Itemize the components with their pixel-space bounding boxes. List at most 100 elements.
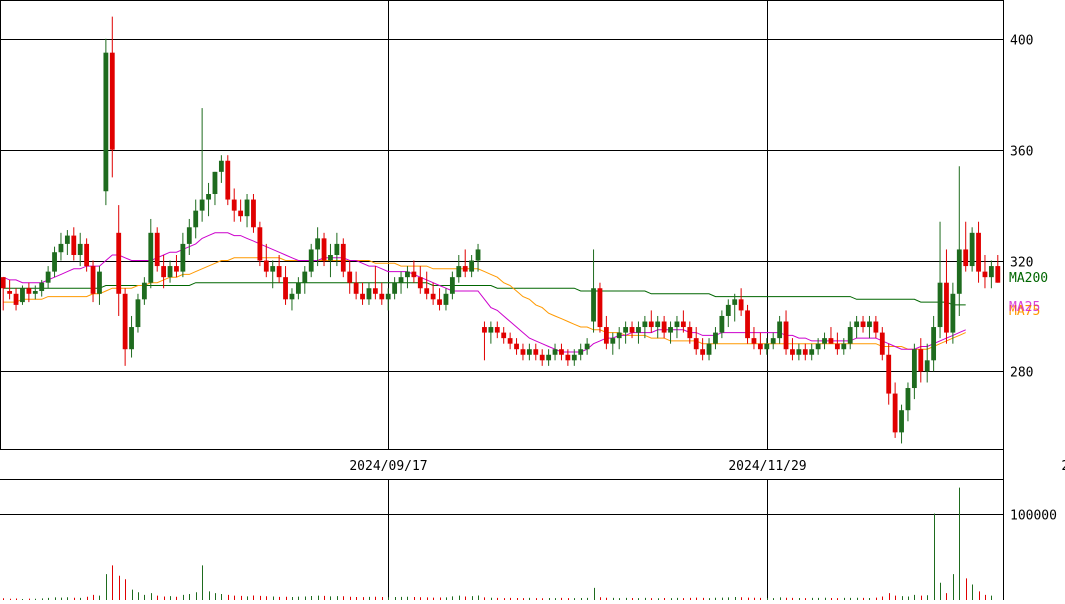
candle-up	[456, 254, 462, 283]
candle-body	[71, 235, 77, 255]
volume-bars	[3, 487, 992, 600]
candle-body	[745, 310, 750, 339]
candle-body	[918, 349, 924, 372]
candle-body	[636, 327, 641, 333]
candle-body	[809, 349, 815, 355]
candle-up	[328, 243, 333, 278]
candle-body	[122, 293, 128, 350]
candle-up	[655, 315, 661, 339]
candle-body	[417, 277, 423, 289]
price-tick-label: 320	[1010, 256, 1033, 271]
candle-up	[937, 221, 943, 339]
candle-body	[206, 194, 211, 200]
candle-body	[84, 243, 90, 267]
candle-body	[559, 349, 564, 355]
candle-body	[328, 254, 333, 261]
candle-up	[103, 38, 109, 206]
candle-body	[988, 266, 994, 278]
candle-up	[58, 232, 64, 261]
candle-body	[456, 266, 462, 278]
candle-body	[13, 293, 19, 305]
candle-body	[905, 388, 911, 411]
volume-grid	[0, 479, 1003, 600]
candle-down	[745, 304, 750, 344]
candle-up	[847, 321, 853, 350]
candle-body	[616, 332, 622, 339]
candle-up	[674, 315, 680, 339]
candle-body	[584, 343, 590, 350]
candle-body	[995, 266, 1001, 283]
candle-up	[443, 288, 449, 311]
candle-down	[520, 343, 526, 361]
candle-body	[437, 299, 442, 305]
candle-down	[886, 343, 892, 405]
candle-down	[507, 332, 513, 350]
candle-down	[154, 227, 160, 272]
candle-down	[539, 349, 545, 366]
candle-body	[886, 354, 892, 394]
candle-down	[757, 332, 763, 355]
candle-up	[64, 230, 70, 255]
candle-body	[976, 232, 981, 272]
candle-up	[899, 404, 904, 444]
candle-down	[13, 288, 19, 311]
stock-chart: 280 320 360 400 2024/09/17 2024/11/29 2025/02…	[0, 0, 1065, 600]
candle-down	[879, 327, 885, 361]
candle-down	[944, 249, 949, 344]
candle-down	[783, 310, 789, 355]
candle-body	[578, 349, 584, 355]
candle-up	[796, 343, 802, 361]
candle-body	[97, 271, 102, 294]
candle-body	[860, 321, 866, 328]
candle-down	[257, 221, 263, 267]
candle-body	[822, 338, 827, 344]
candle-up	[610, 332, 616, 355]
candle-up	[180, 232, 186, 278]
candle-body	[90, 266, 96, 294]
candle-down	[430, 282, 436, 305]
candle-down	[533, 343, 539, 361]
candle-body	[892, 393, 898, 433]
candle-body	[283, 277, 288, 300]
candle-body	[693, 338, 699, 350]
candle-body	[135, 299, 141, 328]
candle-up	[488, 321, 494, 344]
candle-body	[238, 210, 244, 217]
candle-down	[283, 266, 288, 305]
candle-body	[289, 293, 295, 300]
candle-down	[109, 16, 115, 178]
candle-up	[764, 338, 770, 355]
candle-body	[475, 249, 481, 261]
candle-body	[790, 349, 795, 355]
candle-down	[263, 243, 269, 278]
chart-svg: 280 320 360 400 2024/09/17 2024/11/29 2025/02…	[0, 0, 1065, 600]
candle-down	[238, 199, 244, 222]
candle-up	[449, 271, 455, 300]
candle-body	[398, 277, 404, 283]
candle-body	[385, 293, 391, 300]
candle-body	[469, 260, 475, 272]
candle-body	[565, 354, 571, 361]
candle-body	[687, 327, 693, 339]
candle-body	[514, 343, 519, 350]
candle-body	[193, 210, 199, 228]
candle-down	[700, 338, 706, 361]
candle-body	[552, 349, 558, 355]
candle-body	[668, 327, 673, 333]
candle-down	[482, 321, 487, 361]
candle-body	[424, 288, 430, 294]
price-tick-label: 400	[1010, 34, 1033, 49]
candle-body	[77, 243, 83, 255]
candle-up	[732, 293, 738, 322]
candle-body	[969, 232, 975, 267]
candle-body	[738, 299, 744, 311]
candle-body	[982, 271, 988, 278]
candle-body	[141, 282, 147, 300]
candle-up	[366, 282, 372, 305]
candle-up	[623, 321, 629, 344]
candle-body	[174, 266, 179, 272]
candle-down	[360, 282, 365, 305]
candle-body	[411, 271, 417, 278]
candle-body	[334, 243, 340, 255]
candle-down	[251, 194, 256, 233]
